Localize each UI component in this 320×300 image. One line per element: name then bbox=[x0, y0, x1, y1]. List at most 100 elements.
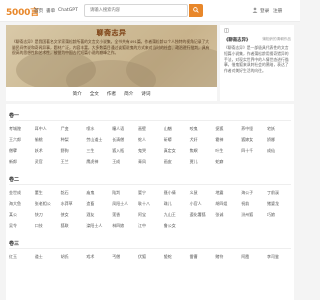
chapter-link[interactable]: 赌符 bbox=[215, 254, 223, 260]
chapter-link[interactable]: 巧娘 bbox=[267, 212, 275, 218]
chapter-link[interactable]: 戏术 bbox=[86, 254, 94, 260]
chapter-link[interactable]: 考城隍 bbox=[9, 126, 21, 132]
chapter-link[interactable]: 凤阳士人 bbox=[112, 201, 128, 207]
chapter-link[interactable]: 瞳人语 bbox=[112, 126, 124, 132]
chapter-link[interactable]: 水莽草 bbox=[61, 201, 73, 207]
chapter-link[interactable]: 娇娜 bbox=[267, 137, 275, 143]
chapter-link[interactable]: 祝翁 bbox=[241, 201, 249, 207]
chapter-link[interactable]: 焦螟 bbox=[190, 148, 198, 154]
chapter-link[interactable]: 喷水 bbox=[86, 126, 94, 132]
chapter-link[interactable]: 庙鬼 bbox=[86, 190, 94, 196]
chapter-link[interactable]: 李司鉴 bbox=[267, 254, 279, 260]
chapter-link[interactable]: 张老相公 bbox=[35, 201, 51, 207]
chapter-link[interactable]: 鹰虎神 bbox=[86, 159, 98, 165]
chapter-link[interactable]: 捉狐 bbox=[215, 126, 223, 132]
chapter-link[interactable]: 真定女 bbox=[164, 148, 176, 154]
chapter-link[interactable]: 小官人 bbox=[190, 201, 202, 207]
chapter-link[interactable]: 丐僧 bbox=[112, 254, 120, 260]
chapter-link[interactable]: 狐入瓶 bbox=[112, 148, 124, 154]
login-link[interactable]: 登录 bbox=[260, 8, 269, 14]
chapter-link[interactable]: 珠儿 bbox=[164, 201, 172, 207]
tab-poems[interactable]: 诗词 bbox=[141, 91, 150, 97]
tab-author[interactable]: 作者 bbox=[107, 91, 116, 97]
tab-summary[interactable]: 简介 bbox=[124, 91, 133, 97]
chapter-link[interactable]: 某公 bbox=[9, 212, 17, 218]
chapter-link[interactable]: 尸变 bbox=[61, 126, 69, 132]
chapter-link[interactable]: 吴令 bbox=[9, 223, 17, 229]
chapter-link[interactable]: 莲香 bbox=[112, 212, 120, 218]
chapter-link[interactable]: 山魈 bbox=[164, 126, 172, 132]
chapter-link[interactable]: 蛇癖 bbox=[215, 159, 223, 165]
chapter-link[interactable]: 斫蟒 bbox=[164, 137, 172, 143]
chapter-link[interactable]: 金世成 bbox=[9, 190, 21, 196]
chapter-link[interactable]: 贾儿 bbox=[190, 159, 198, 165]
side-author-link[interactable]: 蒲松龄的清朝作品 bbox=[262, 37, 291, 42]
chapter-link[interactable]: 侠女 bbox=[61, 212, 69, 218]
chapter-link[interactable]: 王成 bbox=[112, 159, 120, 165]
chapter-link[interactable]: 海大鱼 bbox=[9, 201, 21, 207]
chapter-link[interactable]: 猪婆龙 bbox=[267, 201, 279, 207]
chapter-link[interactable]: 雷曹 bbox=[190, 254, 198, 260]
chapter-link[interactable]: 三生 bbox=[86, 148, 94, 154]
chapter-link[interactable]: 龁石 bbox=[61, 190, 69, 196]
chapter-link[interactable]: 狐嫁女 bbox=[241, 137, 253, 143]
chapter-link[interactable]: 蛇人 bbox=[138, 137, 146, 143]
chapter-link[interactable]: 四十千 bbox=[241, 148, 253, 154]
chapter-link[interactable]: 宅妖 bbox=[267, 126, 275, 132]
chapter-link[interactable]: 九山王 bbox=[164, 212, 176, 218]
chapter-link[interactable]: 快刀 bbox=[35, 212, 43, 218]
chapter-link[interactable]: 林四娘 bbox=[112, 223, 124, 229]
chapter-link[interactable]: 犬奸 bbox=[190, 137, 198, 143]
chapter-link[interactable]: 成仙 bbox=[267, 148, 275, 154]
chapter-link[interactable]: 长清僧 bbox=[112, 137, 124, 143]
chapter-link[interactable]: 阿霞 bbox=[241, 254, 249, 260]
chapter-link[interactable]: 义鼠 bbox=[190, 190, 198, 196]
chapter-link[interactable]: 叶生 bbox=[215, 148, 223, 154]
chapter-link[interactable]: 画壁 bbox=[138, 126, 146, 132]
chapter-link[interactable]: 荞中怪 bbox=[241, 126, 253, 132]
chapter-link[interactable]: 聂小倩 bbox=[164, 190, 176, 196]
chapter-link[interactable]: 野狗 bbox=[61, 148, 69, 154]
chapter-link[interactable]: 耳中人 bbox=[35, 126, 47, 132]
chapter-link[interactable]: 滦阳士人 bbox=[86, 223, 102, 229]
chapter-link[interactable]: 酒友 bbox=[86, 212, 94, 218]
chapter-link[interactable]: 青凤 bbox=[138, 159, 146, 165]
chapter-link[interactable]: 阿宝 bbox=[138, 212, 146, 218]
chapter-link[interactable]: 张诚 bbox=[215, 212, 223, 218]
chapter-link[interactable]: 遵化署狐 bbox=[190, 212, 206, 218]
tab-intro[interactable]: 简介 bbox=[72, 91, 81, 97]
chapter-link[interactable]: 王兰 bbox=[61, 159, 69, 165]
chapter-link[interactable]: 鬼哭 bbox=[138, 148, 146, 154]
tab-fulltext[interactable]: 全文 bbox=[90, 91, 99, 97]
chapter-link[interactable]: 劳山道士 bbox=[86, 137, 102, 143]
chapter-link[interactable]: 画皮 bbox=[164, 159, 172, 165]
chapter-link[interactable]: 口技 bbox=[35, 223, 43, 229]
register-link[interactable]: 注册 bbox=[273, 8, 282, 14]
nav-chatgpt[interactable]: ChatGPT bbox=[58, 8, 78, 13]
chapter-link[interactable]: 伏狐 bbox=[138, 254, 146, 260]
chapter-link[interactable]: 蛰蛇 bbox=[164, 254, 172, 260]
chapter-link[interactable]: 鲁公女 bbox=[164, 223, 176, 229]
chapter-link[interactable]: 江中 bbox=[138, 223, 146, 229]
chapter-link[interactable]: 董生 bbox=[35, 190, 43, 196]
chapter-link[interactable]: 灵官 bbox=[35, 159, 43, 165]
nav-home[interactable]: 首页 bbox=[34, 8, 43, 14]
chapter-link[interactable]: 种梨 bbox=[61, 137, 69, 143]
chapter-link[interactable]: 造畜 bbox=[86, 201, 94, 207]
chapter-link[interactable]: 红玉 bbox=[9, 254, 17, 260]
chapter-link[interactable]: 咬鬼 bbox=[190, 126, 198, 132]
chapter-link[interactable]: 胡氏 bbox=[61, 254, 69, 260]
chapter-link[interactable]: 丁前溪 bbox=[267, 190, 279, 196]
chapter-link[interactable]: 地震 bbox=[215, 190, 223, 196]
chapter-link[interactable]: 婴宁 bbox=[138, 190, 146, 196]
chapter-link[interactable]: 王六郎 bbox=[9, 137, 21, 143]
nav-booklist[interactable]: 書单 bbox=[46, 8, 55, 14]
search-input[interactable] bbox=[85, 5, 187, 16]
chapter-link[interactable]: 胡四姐 bbox=[215, 201, 227, 207]
chapter-link[interactable]: 雹神 bbox=[215, 137, 223, 143]
chapter-link[interactable]: 耿十八 bbox=[138, 201, 150, 207]
chapter-link[interactable]: 海公子 bbox=[241, 190, 253, 196]
chapter-link[interactable]: 新郎 bbox=[9, 159, 17, 165]
chapter-link[interactable]: 偷桃 bbox=[35, 137, 43, 143]
chapter-link[interactable]: 汾州狐 bbox=[241, 212, 253, 218]
